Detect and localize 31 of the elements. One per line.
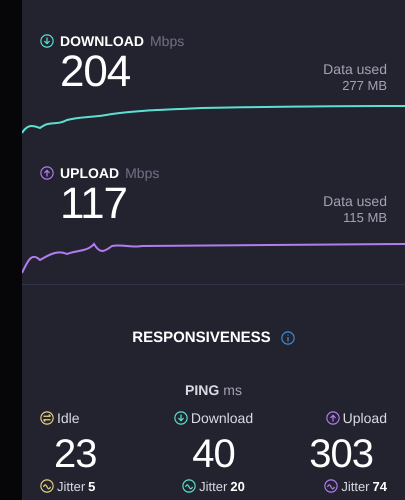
download-icon <box>40 34 54 48</box>
unit-label: Mbps <box>150 34 184 48</box>
data-used-label: Data used <box>323 193 387 210</box>
ping-value: 303 <box>308 431 374 478</box>
data-used-label: Data used <box>323 61 387 78</box>
ping-value: 40 <box>191 431 236 478</box>
jitter-label: Jitter <box>341 480 370 492</box>
ping-label: PING <box>185 383 220 397</box>
section-title: RESPONSIVENESS <box>132 330 271 345</box>
ping-type-label: Download <box>190 411 254 425</box>
ping-type-label: Upload <box>342 411 387 425</box>
data-used-value: 115 MB <box>343 210 387 226</box>
speed-value: 204 <box>60 48 130 96</box>
ping-type-label: Idle <box>57 411 80 425</box>
ping-value: 23 <box>53 431 98 478</box>
data-used-value: 277 MB <box>342 78 387 94</box>
ping-unit: ms <box>223 383 242 397</box>
info-icon[interactable] <box>280 330 295 344</box>
jitter-label: Jitter <box>199 480 228 492</box>
speed-label: UPLOAD <box>60 166 120 180</box>
jitter-value: 20 <box>230 480 245 492</box>
unit-label: Mbps <box>125 166 160 180</box>
jitter-value: 74 <box>372 480 387 492</box>
jitter-label: Jitter <box>57 480 86 492</box>
upload-icon <box>40 166 54 180</box>
speed-value: 117 <box>60 180 127 228</box>
jitter-icon <box>40 479 54 493</box>
jitter-icon <box>324 479 338 493</box>
speed-label: DOWNLOAD <box>60 34 144 48</box>
jitter-value: 5 <box>88 480 96 492</box>
jitter-icon <box>182 479 196 493</box>
